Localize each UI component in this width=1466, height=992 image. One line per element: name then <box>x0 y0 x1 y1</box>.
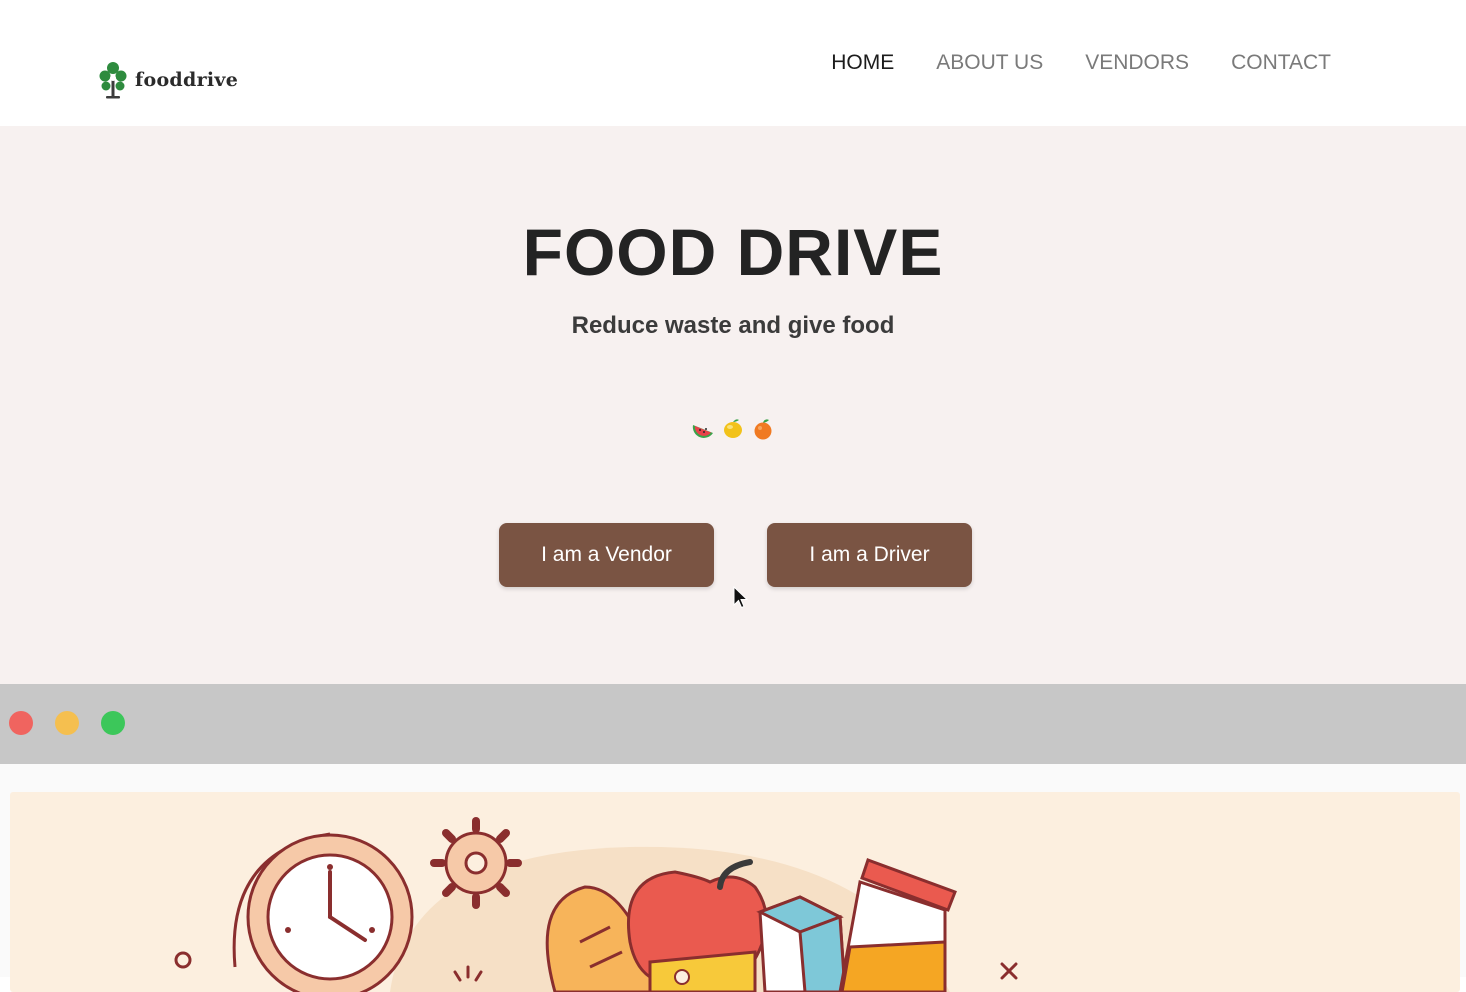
vendor-button[interactable]: I am a Vendor <box>499 523 714 587</box>
fruit-icons <box>690 416 776 447</box>
decor-circle <box>174 951 192 969</box>
tree-logo-icon <box>97 60 129 100</box>
hero-title: FOOD DRIVE <box>522 215 944 289</box>
nav-vendors[interactable]: VENDORS <box>1085 48 1189 78</box>
brand-name: fooddrive <box>135 69 239 91</box>
close-dot[interactable] <box>9 711 33 735</box>
nav-home[interactable]: HOME <box>831 48 894 78</box>
maximize-dot[interactable] <box>101 711 125 735</box>
mouse-cursor-icon <box>733 585 749 615</box>
decor-cross <box>1000 962 1018 980</box>
site-header: fooddrive HOME ABOUT US VENDORS CONTACT <box>0 0 1466 126</box>
driver-button[interactable]: I am a Driver <box>767 523 972 587</box>
food-illustration <box>10 792 1460 992</box>
juice-jar-icon <box>838 858 957 992</box>
window-title-bar <box>0 684 1466 764</box>
hero-subtitle: Reduce waste and give food <box>571 312 895 339</box>
lemon-icon <box>720 416 746 447</box>
main-nav: HOME ABOUT US VENDORS CONTACT <box>831 48 1331 78</box>
nav-about-us[interactable]: ABOUT US <box>936 48 1043 78</box>
brand-logo[interactable]: fooddrive <box>97 60 238 100</box>
gear-icon <box>430 817 522 909</box>
orange-icon <box>750 416 776 447</box>
minimize-dot[interactable] <box>55 711 79 735</box>
clock-icon <box>232 832 414 992</box>
watermelon-icon <box>690 416 716 447</box>
window-content <box>0 764 1466 992</box>
nav-contact[interactable]: CONTACT <box>1231 48 1331 78</box>
